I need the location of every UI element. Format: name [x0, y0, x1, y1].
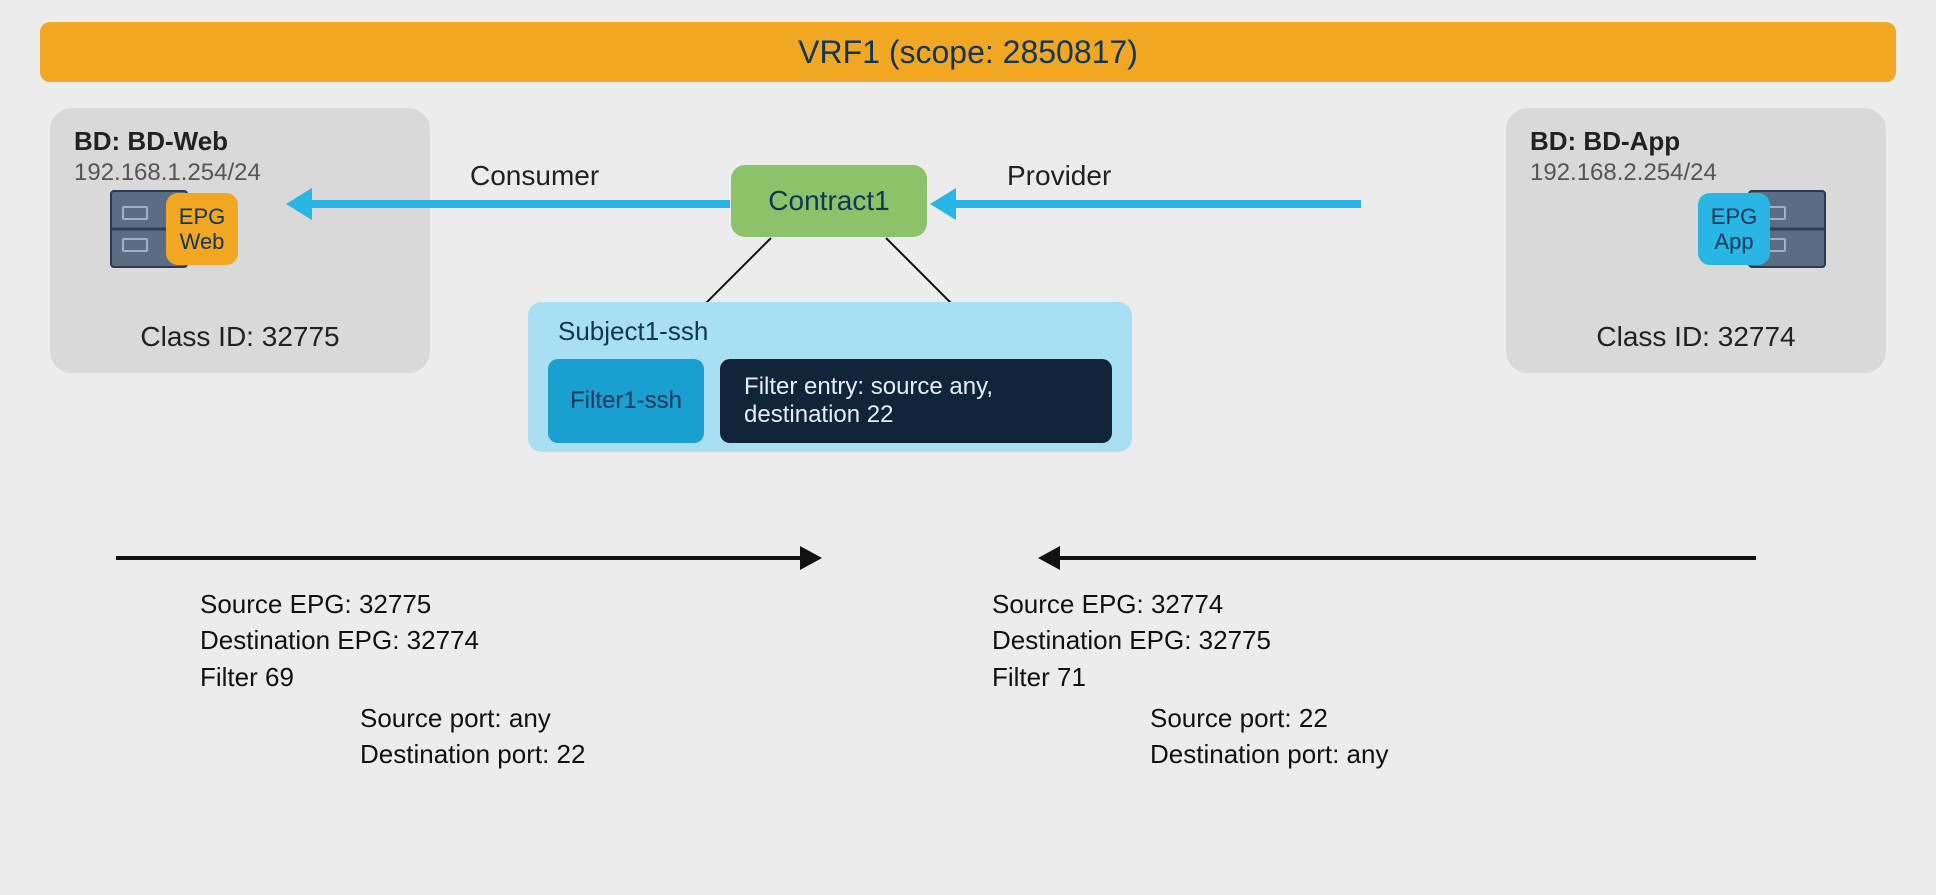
- flow-right-dport: Destination port: any: [1150, 736, 1388, 772]
- flow-left-ports: Source port: any Destination port: 22: [360, 700, 585, 773]
- flow-right-dst: Destination EPG: 32775: [992, 622, 1271, 658]
- epg-label: EPG: [1711, 204, 1757, 229]
- flow-arrow-right-icon: [116, 556, 800, 560]
- flow-arrow-left-icon: [1060, 556, 1756, 560]
- epg-app-group: EPG App: [1698, 190, 1826, 268]
- arrow-consumer-icon: [310, 200, 730, 208]
- provider-label: Provider: [1007, 160, 1111, 192]
- contract-name: Contract1: [768, 185, 889, 217]
- bd-web-box: BD: BD-Web 192.168.1.254/24 EPG Web Clas…: [50, 108, 430, 373]
- bd-app-class-id: Class ID: 32774: [1506, 321, 1886, 353]
- flow-right-filter: Filter 71: [992, 659, 1271, 695]
- epg-app-badge: EPG App: [1698, 193, 1770, 265]
- flow-left-dport: Destination port: 22: [360, 736, 585, 772]
- bd-web-class-id: Class ID: 32775: [50, 321, 430, 353]
- epg-web-group: EPG Web: [110, 190, 238, 268]
- filter-entry: Filter entry: source any, destination 22: [720, 359, 1112, 443]
- epg-name: App: [1714, 229, 1753, 254]
- subject-box: Subject1-ssh Filter1-ssh Filter entry: s…: [528, 302, 1132, 452]
- bd-web-title: BD: BD-Web: [74, 126, 406, 157]
- consumer-label: Consumer: [470, 160, 599, 192]
- flow-right-src: Source EPG: 32774: [992, 586, 1271, 622]
- epg-label: EPG: [179, 204, 225, 229]
- flow-right-ports: Source port: 22 Destination port: any: [1150, 700, 1388, 773]
- vrf-banner: VRF1 (scope: 2850817): [40, 22, 1896, 82]
- epg-web-badge: EPG Web: [166, 193, 238, 265]
- bd-app-subnet: 192.168.2.254/24: [1530, 159, 1862, 187]
- subject-name: Subject1-ssh: [558, 316, 1112, 347]
- bd-app-box: BD: BD-App 192.168.2.254/24 EPG App Clas…: [1506, 108, 1886, 373]
- contract-box: Contract1: [731, 165, 927, 237]
- vrf-title: VRF1 (scope: 2850817): [798, 34, 1138, 71]
- filter-row: Filter1-ssh Filter entry: source any, de…: [548, 359, 1112, 443]
- flow-right-sport: Source port: 22: [1150, 700, 1388, 736]
- bd-app-title: BD: BD-App: [1530, 126, 1862, 157]
- flow-right-text: Source EPG: 32774 Destination EPG: 32775…: [992, 586, 1271, 695]
- bd-web-subnet: 192.168.1.254/24: [74, 159, 406, 187]
- arrow-provider-icon: [954, 200, 1361, 208]
- epg-name: Web: [180, 229, 225, 254]
- flow-left-src: Source EPG: 32775: [200, 586, 479, 622]
- flow-left-text: Source EPG: 32775 Destination EPG: 32774…: [200, 586, 479, 695]
- flow-left-dst: Destination EPG: 32774: [200, 622, 479, 658]
- flow-left-sport: Source port: any: [360, 700, 585, 736]
- flow-left-filter: Filter 69: [200, 659, 479, 695]
- filter-name: Filter1-ssh: [548, 359, 704, 443]
